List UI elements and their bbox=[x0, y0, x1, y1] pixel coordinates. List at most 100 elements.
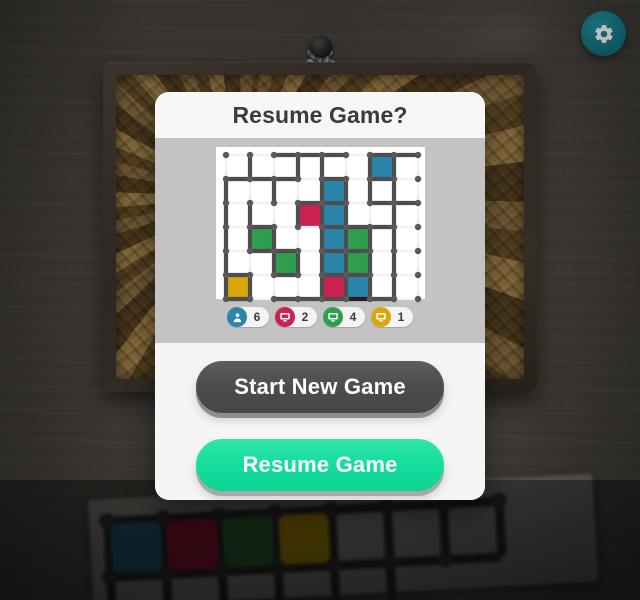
score-value: 2 bbox=[301, 310, 309, 324]
board-dot bbox=[270, 199, 277, 207]
board-dot bbox=[270, 295, 277, 303]
board-box-blue bbox=[321, 251, 346, 275]
board-dot bbox=[318, 151, 325, 159]
board-dot bbox=[414, 175, 421, 183]
board-dot bbox=[342, 199, 349, 207]
board-box-red bbox=[321, 275, 346, 299]
settings-button[interactable] bbox=[581, 11, 626, 56]
board-dot bbox=[270, 223, 277, 231]
board-dot bbox=[414, 199, 421, 207]
board-dot bbox=[366, 175, 373, 183]
grid-svg bbox=[222, 151, 421, 303]
board-box-green bbox=[273, 251, 298, 275]
board-dot bbox=[246, 271, 253, 279]
board-box-blue bbox=[345, 275, 370, 299]
board-dot bbox=[366, 199, 373, 207]
board-dot bbox=[414, 295, 421, 303]
start-new-game-button[interactable]: Start New Game bbox=[196, 361, 444, 413]
board-dot bbox=[366, 247, 373, 255]
board-box-yellow bbox=[225, 275, 250, 299]
board-dot bbox=[246, 295, 253, 303]
monitor-icon bbox=[275, 307, 295, 327]
board-box-blue bbox=[369, 155, 394, 179]
board-dot bbox=[222, 271, 229, 279]
board-dot bbox=[318, 271, 325, 279]
board-dot bbox=[246, 247, 253, 255]
board-dot bbox=[270, 247, 277, 255]
board-dot bbox=[318, 295, 325, 303]
board-dot bbox=[390, 151, 397, 159]
board-dot bbox=[246, 199, 253, 207]
board-dot bbox=[222, 247, 229, 255]
board-dot bbox=[342, 247, 349, 255]
board-dot bbox=[366, 295, 373, 303]
board-dot bbox=[366, 271, 373, 279]
board-dot bbox=[342, 271, 349, 279]
board-dot bbox=[294, 247, 301, 255]
board-dot bbox=[318, 175, 325, 183]
score-chip: 1 bbox=[371, 307, 413, 327]
dots-and-boxes-grid bbox=[222, 151, 421, 303]
score-value: 1 bbox=[397, 310, 405, 324]
board-dot bbox=[270, 151, 277, 159]
board-box-green bbox=[249, 227, 274, 251]
nail-icon bbox=[310, 36, 332, 58]
board-dot bbox=[414, 151, 421, 159]
board-dot bbox=[318, 199, 325, 207]
board-dot bbox=[222, 199, 229, 207]
score-chip: 2 bbox=[275, 307, 317, 327]
board-dot bbox=[390, 223, 397, 231]
board-box-blue bbox=[321, 203, 346, 227]
board-dot bbox=[222, 151, 229, 159]
score-bar: 6 2 4 1 bbox=[227, 307, 413, 327]
board-dot bbox=[318, 223, 325, 231]
board-dot bbox=[246, 175, 253, 183]
board-box-blue bbox=[321, 227, 346, 251]
score-chip: 4 bbox=[323, 307, 365, 327]
board-dot bbox=[390, 271, 397, 279]
board-dot bbox=[246, 151, 253, 159]
board-box-green bbox=[345, 251, 370, 275]
board-dot bbox=[414, 223, 421, 231]
board-dot bbox=[294, 151, 301, 159]
board-dot bbox=[222, 223, 229, 231]
monitor-icon bbox=[371, 307, 391, 327]
board-dot bbox=[294, 223, 301, 231]
board-dot bbox=[342, 223, 349, 231]
board-dot bbox=[222, 175, 229, 183]
board-dot bbox=[294, 295, 301, 303]
board-dot bbox=[294, 175, 301, 183]
gear-icon bbox=[594, 24, 613, 43]
board-dot bbox=[222, 295, 229, 303]
dialog-body: 6 2 4 1 bbox=[155, 138, 485, 343]
person-icon bbox=[227, 307, 247, 327]
page-title: Resume Game? bbox=[155, 92, 485, 138]
game-board-preview[interactable] bbox=[215, 147, 425, 303]
board-dot bbox=[390, 175, 397, 183]
board-dot bbox=[270, 175, 277, 183]
board-dot bbox=[342, 295, 349, 303]
board-dot bbox=[318, 247, 325, 255]
board-dot bbox=[246, 223, 253, 231]
board-dot bbox=[270, 271, 277, 279]
score-chip: 6 bbox=[227, 307, 269, 327]
monitor-icon bbox=[323, 307, 343, 327]
board-dot bbox=[414, 247, 421, 255]
board-box-red bbox=[297, 203, 322, 227]
dialog-footer: Start New Game Resume Game bbox=[155, 343, 485, 500]
resume-game-button[interactable]: Resume Game bbox=[196, 439, 444, 491]
board-dot bbox=[342, 151, 349, 159]
board-dot bbox=[414, 271, 421, 279]
board-dot bbox=[366, 151, 373, 159]
board-box-green bbox=[345, 227, 370, 251]
board-dot bbox=[390, 247, 397, 255]
board-dot bbox=[342, 175, 349, 183]
resume-game-dialog: Resume Game? 6 2 4 1 Start New Game Resume … bbox=[155, 92, 485, 500]
board-dot bbox=[390, 199, 397, 207]
score-value: 4 bbox=[349, 310, 357, 324]
score-value: 6 bbox=[253, 310, 261, 324]
board-box-blue bbox=[321, 179, 346, 203]
board-dot bbox=[390, 295, 397, 303]
board-dot bbox=[294, 199, 301, 207]
board-dot bbox=[366, 223, 373, 231]
